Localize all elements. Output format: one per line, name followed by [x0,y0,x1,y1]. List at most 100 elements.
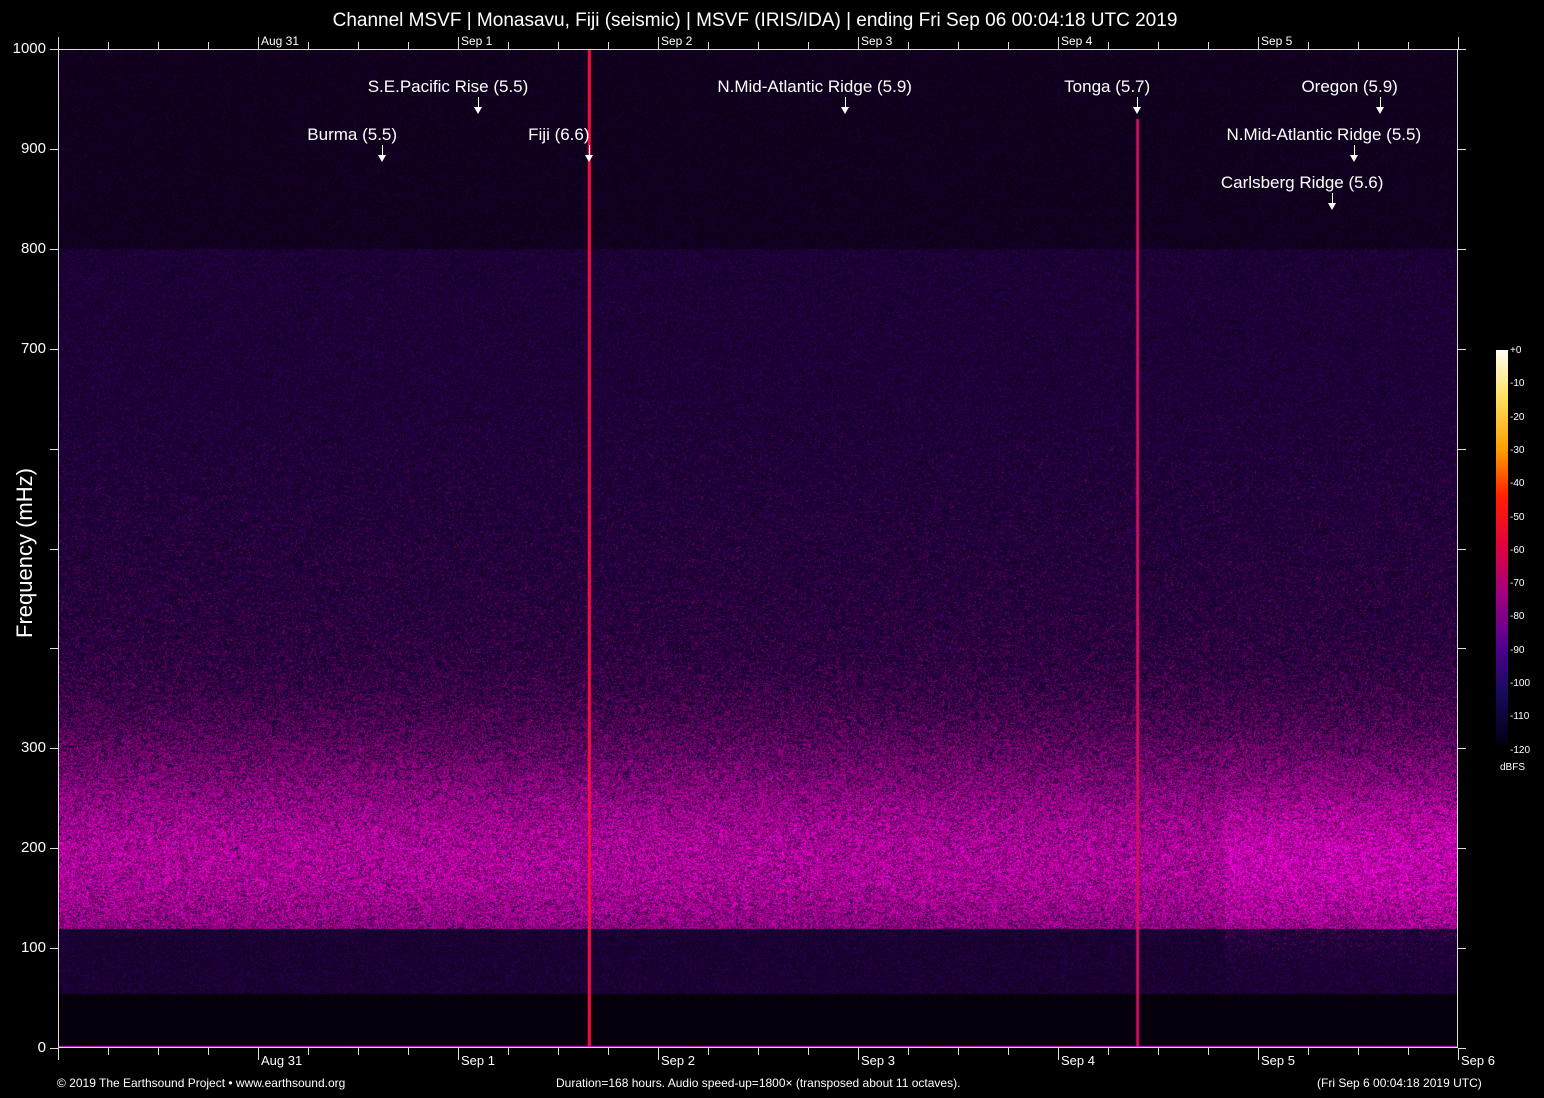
colorbar-tick-label: -110 [1510,711,1529,722]
x-tick-top [158,42,159,49]
y-tick-label: 0 [0,1039,46,1056]
event-label: Tonga (5.7) [1064,77,1150,97]
x-tick-top [358,42,359,49]
event-arrow-icon [1133,107,1141,114]
colorbar-tick-label: -20 [1510,412,1524,423]
x-tick-label: Sep 6 [1461,1053,1495,1068]
x-tick [458,1048,459,1060]
y-tick-right [1458,748,1466,749]
x-tick [1008,1048,1009,1055]
event-arrow-icon [378,155,386,162]
x-tick-top [958,42,959,49]
y-tick [50,748,58,749]
y-tick [50,948,58,949]
x-tick-top [608,42,609,49]
colorbar-tick-label: -50 [1510,512,1524,523]
event-arrow-icon [841,107,849,114]
colorbar-tick-label: -80 [1510,611,1524,622]
x-tick [58,1048,59,1060]
event-arrow-icon [1328,203,1336,210]
x-tick-label-top: Sep 2 [661,34,692,48]
y-tick [50,49,58,50]
event-arrow-icon [585,155,593,162]
x-tick-top [658,37,659,49]
x-tick [1358,1048,1359,1055]
y-tick-right [1458,948,1466,949]
footer-timestamp: (Fri Sep 6 00:04:18 2019 UTC) [1317,1076,1482,1090]
x-tick [1308,1048,1309,1055]
x-tick [508,1048,509,1055]
event-arrow-icon [1350,155,1358,162]
x-tick-top [408,42,409,49]
x-tick-top [1308,42,1309,49]
y-tick-label: 800 [0,240,46,257]
footer-duration: Duration=168 hours. Audio speed-up=1800×… [556,1076,960,1090]
x-tick-top [1008,42,1009,49]
x-tick [208,1048,209,1055]
x-tick-label-top: Sep 4 [1061,34,1092,48]
colorbar [1496,350,1508,745]
event-label: N.Mid-Atlantic Ridge (5.9) [717,77,912,97]
colorbar-tick-label: -10 [1510,378,1524,389]
event-arrow-icon [1376,107,1384,114]
x-tick [308,1048,309,1055]
x-tick-label: Sep 1 [461,1053,495,1068]
y-axis-label: Frequency (mHz) [12,458,38,648]
event-arrow-stem [589,145,590,155]
x-tick-top [758,42,759,49]
colorbar-tick-label: -40 [1510,478,1524,489]
x-tick [258,1048,259,1060]
y-tick-label: 700 [0,340,46,357]
x-tick-label: Sep 5 [1261,1053,1295,1068]
x-tick-top [508,42,509,49]
x-tick [958,1048,959,1055]
x-tick-label: Aug 31 [261,1053,302,1068]
y-tick-label: 100 [0,939,46,956]
chart-title: Channel MSVF | Monasavu, Fiji (seismic) … [0,10,1510,32]
x-tick-top [108,42,109,49]
event-label: Fiji (6.6) [528,125,589,145]
y-tick-right [1458,449,1466,450]
y-tick-right [1458,549,1466,550]
event-arrow-stem [845,97,846,107]
event-label: Oregon (5.9) [1301,77,1397,97]
event-label: S.E.Pacific Rise (5.5) [368,77,529,97]
colorbar-tick-label: -100 [1510,678,1530,689]
x-tick [1408,1048,1409,1055]
x-tick [1108,1048,1109,1055]
y-tick-label: 1000 [0,40,46,57]
x-tick-label-top: Sep 3 [861,34,892,48]
x-tick [808,1048,809,1055]
x-tick [408,1048,409,1055]
y-tick-right [1458,49,1466,50]
x-tick-top [808,42,809,49]
x-tick [908,1048,909,1055]
event-label: Carlsberg Ridge (5.6) [1221,173,1384,193]
colorbar-tick-label: -70 [1510,578,1524,589]
event-label: Burma (5.5) [307,125,397,145]
y-tick [50,149,58,150]
x-tick [858,1048,859,1060]
x-tick-top [258,37,259,49]
x-tick-top [1108,42,1109,49]
x-tick-top [558,42,559,49]
colorbar-tick-label: -30 [1510,445,1524,456]
x-tick [1208,1048,1209,1055]
x-tick-top [908,42,909,49]
y-tick-label: 300 [0,739,46,756]
y-tick [50,848,58,849]
x-tick-label: Sep 2 [661,1053,695,1068]
x-tick-top [1158,42,1159,49]
x-tick [608,1048,609,1055]
y-tick-right [1458,1048,1466,1049]
y-tick-label: 900 [0,140,46,157]
x-tick [708,1048,709,1055]
y-tick-right [1458,249,1466,250]
y-tick-label: 200 [0,839,46,856]
colorbar-tick-label: -120 [1510,745,1530,756]
colorbar-label: dBFS [1500,762,1525,773]
x-tick-top [708,42,709,49]
colorbar-tick-label: -90 [1510,645,1524,656]
x-tick [1458,1048,1459,1060]
x-tick-top [1208,42,1209,49]
